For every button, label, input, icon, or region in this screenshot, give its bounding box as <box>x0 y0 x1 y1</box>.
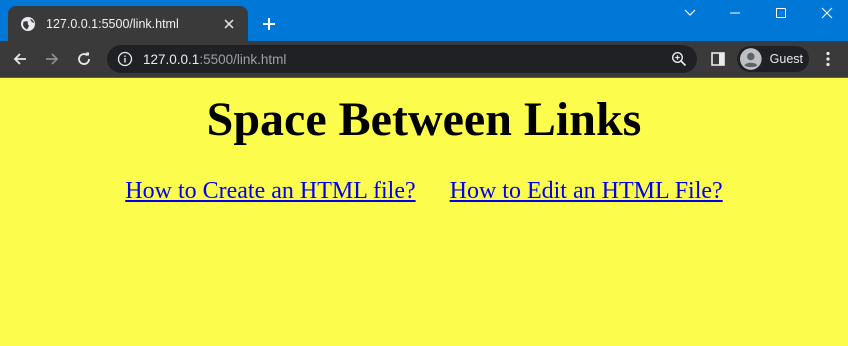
maximize-button[interactable] <box>758 0 804 26</box>
url-path: :5500/link.html <box>199 51 287 67</box>
minimize-button[interactable] <box>712 0 758 26</box>
reload-icon <box>78 52 90 65</box>
minimize-icon <box>730 12 740 14</box>
zoom-icon[interactable] <box>671 51 687 67</box>
profile-button[interactable]: Guest <box>737 46 809 72</box>
forward-arrow-icon <box>46 53 59 65</box>
tab-strip: 127.0.0.1:5500/link.html <box>0 0 848 41</box>
close-window-button[interactable] <box>804 0 848 26</box>
close-window-icon <box>821 7 833 19</box>
avatar-icon <box>740 48 762 70</box>
page-viewport: Space Between Links How to Create an HTM… <box>0 78 848 346</box>
url-host: 127.0.0.1 <box>143 51 200 67</box>
globe-icon <box>20 16 36 32</box>
link-edit-html-file[interactable]: How to Edit an HTML File? <box>450 178 723 204</box>
kebab-menu-icon <box>826 51 830 67</box>
chevron-down-icon <box>684 9 696 16</box>
maximize-icon <box>776 8 786 18</box>
back-arrow-icon <box>13 53 26 65</box>
plus-icon <box>263 18 275 30</box>
address-bar[interactable]: 127.0.0.1:5500/link.html <box>107 45 697 73</box>
link-create-html-file[interactable]: How to Create an HTML file? <box>125 178 415 204</box>
tab-active[interactable]: 127.0.0.1:5500/link.html <box>8 6 248 41</box>
forward-button[interactable] <box>38 45 66 73</box>
close-icon[interactable] <box>220 15 238 33</box>
reload-button[interactable] <box>70 45 98 73</box>
tab-search-button[interactable] <box>667 0 713 26</box>
side-panel-button[interactable] <box>708 49 728 69</box>
tab-title: 127.0.0.1:5500/link.html <box>46 16 179 31</box>
page-heading: Space Between Links <box>206 93 642 146</box>
back-button[interactable] <box>6 45 34 73</box>
new-tab-button[interactable] <box>258 13 280 35</box>
info-icon[interactable] <box>117 51 133 67</box>
links-row: How to Create an HTML file? How to Edit a… <box>0 176 848 206</box>
side-panel-icon <box>711 52 725 66</box>
browser-toolbar: 127.0.0.1:5500/link.html Guest <box>0 41 848 77</box>
profile-name: Guest <box>769 52 803 66</box>
menu-button[interactable] <box>820 49 836 69</box>
